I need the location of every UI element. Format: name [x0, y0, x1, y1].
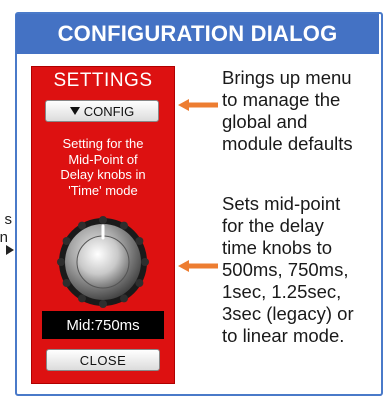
description-line: Mid-Point of [68, 151, 138, 167]
description-line: 'Time' mode [68, 182, 138, 198]
callout-line: to manage the [222, 89, 341, 110]
callout-line: 500ms, 750ms, [222, 259, 349, 280]
left-cut-arrow-icon [6, 245, 14, 255]
setting-description: Setting for the Mid-Point of Delay knobs… [31, 136, 175, 198]
close-button[interactable]: CLOSE [46, 349, 160, 371]
callout-line: Sets mid-point [222, 193, 341, 214]
config-callout: Brings up menu to manage the global and … [222, 67, 353, 155]
callout-line: 1sec, 1.25sec, [222, 281, 342, 302]
left-cut-line-1: s [4, 211, 13, 228]
callout-line: time knobs to [222, 237, 333, 258]
callout-line: to linear mode. [222, 325, 345, 346]
mid-point-readout: Mid:750ms [42, 311, 164, 339]
left-cut-off-text: s n [0, 185, 16, 265]
arrow-left-icon [178, 260, 218, 272]
description-line: Setting for the [62, 136, 144, 151]
callout-line: module defaults [222, 133, 353, 154]
callout-line: 3sec (legacy) or [222, 303, 354, 324]
rotary-knob-icon [57, 216, 149, 308]
mid-point-knob[interactable] [53, 212, 153, 312]
settings-title: SETTINGS [53, 70, 153, 91]
config-button-label: CONFIG [83, 103, 135, 119]
callout-line: Brings up menu [222, 67, 352, 88]
config-button[interactable]: CONFIG [45, 100, 159, 122]
caret-down-icon [69, 107, 80, 115]
callout-line: global and [222, 111, 308, 132]
arrow-left-icon [178, 99, 218, 111]
description-line: Delay knobs in [60, 167, 146, 182]
callout-line: for the delay [222, 215, 324, 236]
knob-callout: Sets mid-point for the delay time knobs … [222, 193, 354, 347]
settings-panel: SETTINGS CONFIG Setting for the Mid-Poin… [31, 66, 175, 384]
dialog-title: CONFIGURATION DIALOG [16, 14, 379, 54]
